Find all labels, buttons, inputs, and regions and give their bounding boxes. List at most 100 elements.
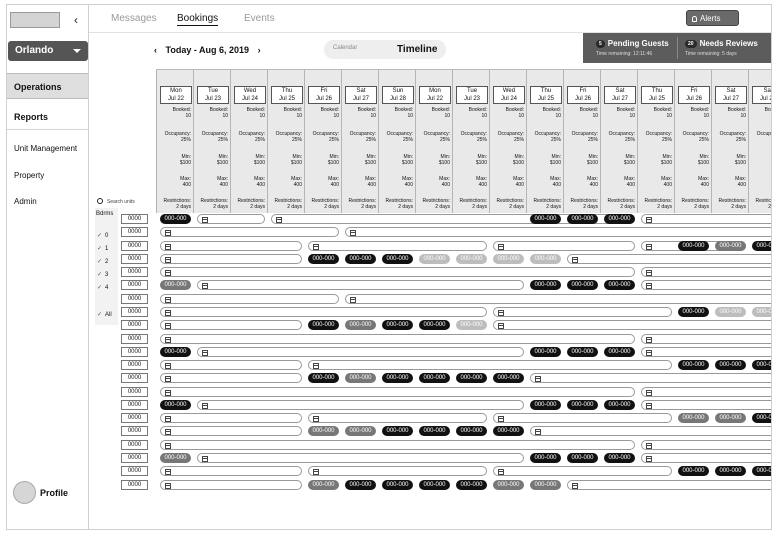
booking-pill[interactable]: 000-000	[678, 307, 709, 317]
availability-bar[interactable]	[160, 294, 339, 304]
availability-bar[interactable]	[160, 241, 302, 251]
day-header[interactable]: Tue Jul 23	[197, 86, 229, 104]
booking-pill[interactable]: 000-000	[752, 466, 771, 476]
unit-label[interactable]: 0000	[121, 480, 148, 490]
unit-label[interactable]: 0000	[121, 267, 148, 277]
booking-pill[interactable]: 000-000	[160, 214, 191, 224]
booking-pill[interactable]: 000-000	[456, 480, 487, 490]
availability-bar[interactable]	[641, 267, 771, 277]
booking-pill[interactable]: 000-000	[456, 426, 487, 436]
availability-bar[interactable]	[160, 426, 302, 436]
availability-bar[interactable]	[641, 280, 771, 290]
availability-bar[interactable]	[641, 453, 771, 463]
alerts-button[interactable]: Alerts	[686, 10, 739, 26]
availability-bar[interactable]	[160, 466, 302, 476]
booking-pill[interactable]: 000-000	[382, 480, 413, 490]
booking-pill[interactable]: 000-000	[345, 254, 376, 264]
availability-bar[interactable]	[641, 334, 771, 344]
booking-pill[interactable]: 000-000	[530, 400, 561, 410]
view-calendar-option[interactable]: Calendar	[333, 45, 357, 51]
sidebar-item-operations[interactable]: Operations	[7, 73, 88, 99]
sidebar-item-admin[interactable]: Admin	[7, 197, 88, 206]
day-header[interactable]: Sat Jul 27	[345, 86, 377, 104]
booking-pill[interactable]: 000-000	[456, 254, 487, 264]
booking-pill[interactable]: 000-000	[530, 280, 561, 290]
availability-bar[interactable]	[197, 453, 524, 463]
tab-messages[interactable]: Messages	[111, 13, 157, 24]
unit-label[interactable]: 0000	[121, 466, 148, 476]
booking-pill[interactable]: 000-000	[160, 453, 191, 463]
availability-bar[interactable]	[493, 466, 672, 476]
booking-pill[interactable]: 000-000	[308, 480, 339, 490]
unit-label[interactable]: 0000	[121, 373, 148, 383]
booking-pill[interactable]: 000-000	[604, 280, 635, 290]
booking-pill[interactable]: 000-000	[715, 413, 746, 423]
unit-label[interactable]: 0000	[121, 360, 148, 370]
pending-guests[interactable]: 5 Pending Guests Time remaining: 12:11:46	[596, 33, 669, 63]
collapse-sidebar-icon[interactable]: ‹	[74, 13, 78, 27]
availability-bar[interactable]	[160, 334, 635, 344]
day-header[interactable]: Thu Jul 25	[271, 86, 303, 104]
availability-bar[interactable]	[160, 480, 302, 490]
availability-bar[interactable]	[197, 280, 524, 290]
availability-bar[interactable]	[160, 387, 635, 397]
availability-bar[interactable]	[197, 400, 524, 410]
booking-pill[interactable]: 000-000	[530, 453, 561, 463]
booking-pill[interactable]: 000-000	[678, 413, 709, 423]
day-header[interactable]: Thu Jul 25	[530, 86, 562, 104]
unit-label[interactable]: 0000	[121, 413, 148, 423]
day-header[interactable]: Sat Jul 27	[715, 86, 747, 104]
availability-bar[interactable]	[160, 254, 302, 264]
booking-pill[interactable]: 000-000	[493, 373, 524, 383]
booking-pill[interactable]: 000-000	[604, 214, 635, 224]
day-header[interactable]: Fri Jul 26	[308, 86, 340, 104]
unit-label[interactable]: 0000	[121, 387, 148, 397]
availability-bar[interactable]	[160, 373, 302, 383]
sidebar-item-reports[interactable]: Reports	[7, 104, 88, 130]
booking-pill[interactable]: 000-000	[308, 320, 339, 330]
availability-bar[interactable]	[160, 440, 635, 450]
unit-label[interactable]: 0000	[121, 440, 148, 450]
availability-bar[interactable]	[308, 413, 487, 423]
city-selector[interactable]: Orlando	[8, 41, 88, 61]
booking-pill[interactable]: 000-000	[308, 373, 339, 383]
day-header[interactable]: Mon Jul 22	[419, 86, 451, 104]
booking-pill[interactable]: 000-000	[345, 480, 376, 490]
day-header[interactable]: Tue Jul 23	[456, 86, 488, 104]
booking-pill[interactable]: 000-000	[567, 280, 598, 290]
booking-pill[interactable]: 000-000	[530, 254, 561, 264]
booking-pill[interactable]: 000-000	[160, 347, 191, 357]
tab-bookings[interactable]: Bookings	[177, 13, 219, 26]
bedroom-option[interactable]: ✓ 0	[97, 232, 108, 239]
booking-pill[interactable]: 000-000	[382, 373, 413, 383]
unit-label[interactable]: 0000	[121, 294, 148, 304]
unit-label[interactable]: 0000	[121, 227, 148, 237]
booking-pill[interactable]: 000-000	[752, 413, 771, 423]
booking-pill[interactable]: 000-000	[715, 360, 746, 370]
next-arrow-icon[interactable]: ›	[258, 45, 261, 55]
bedroom-option[interactable]: ✓ 3	[97, 271, 108, 278]
availability-bar[interactable]	[641, 214, 771, 224]
availability-bar[interactable]	[530, 426, 771, 436]
availability-bar[interactable]	[641, 440, 771, 450]
booking-pill[interactable]: 000-000	[752, 241, 771, 251]
day-header[interactable]: Wed Jul 24	[234, 86, 266, 104]
bedroom-option[interactable]: ✓ All	[97, 311, 112, 318]
availability-bar[interactable]	[641, 400, 771, 410]
booking-pill[interactable]: 000-000	[419, 254, 450, 264]
unit-label[interactable]: 0000	[121, 426, 148, 436]
day-header[interactable]: Sun Jul 28	[382, 86, 414, 104]
booking-pill[interactable]: 000-000	[752, 360, 771, 370]
availability-bar[interactable]	[345, 227, 771, 237]
booking-pill[interactable]: 000-000	[567, 347, 598, 357]
booking-pill[interactable]: 000-000	[678, 360, 709, 370]
unit-label[interactable]: 0000	[121, 241, 148, 251]
view-toggle[interactable]: Calendar Timeline	[324, 40, 446, 59]
booking-pill[interactable]: 000-000	[493, 480, 524, 490]
day-header[interactable]: Sat Jul 27	[604, 86, 636, 104]
day-header[interactable]: Sat Jul 27	[752, 86, 771, 104]
day-header[interactable]: Thu Jul 25	[641, 86, 673, 104]
availability-bar[interactable]	[530, 373, 771, 383]
booking-pill[interactable]: 000-000	[382, 320, 413, 330]
booking-pill[interactable]: 000-000	[308, 426, 339, 436]
